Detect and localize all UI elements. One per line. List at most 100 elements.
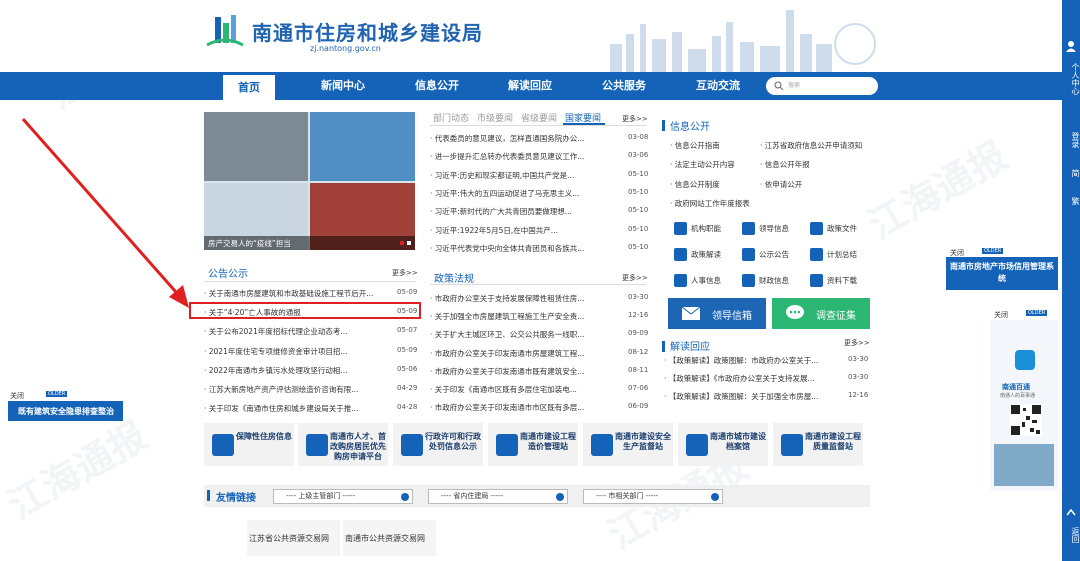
news-item[interactable]: · 习近平:1922年5月5日,在中国共产... <box>430 225 618 236</box>
info-grid-icon <box>810 248 823 261</box>
policy-more-link[interactable]: 更多>> <box>622 273 648 283</box>
info-grid-button[interactable]: 财政信息 <box>737 270 801 292</box>
service-tile[interactable]: 南通市建设工程质量监督站 <box>773 423 863 466</box>
service-label: 南通市城市建设档案馆 <box>710 432 766 451</box>
notice-item[interactable]: · 2022年南通市乡镇污水处理攻坚行动相... <box>204 365 374 376</box>
info-grid-button[interactable]: 机构职能 <box>669 218 733 240</box>
interpret-date: 12-16 <box>848 391 869 399</box>
service-tile[interactable]: 南通市建设安全生产监督站 <box>583 423 673 466</box>
interpret-item[interactable]: · 【政策解读】政策图解：关于加强全市房屋... <box>664 391 842 402</box>
notice-item[interactable]: · 关于公布2021年度招标代理企业动态考... <box>204 326 374 337</box>
info-grid-button[interactable]: 人事信息 <box>669 270 733 292</box>
float-left-close[interactable]: 关闭 <box>10 391 24 401</box>
search-icon[interactable] <box>774 81 784 91</box>
image-slider[interactable]: 房产交易人的“疫线”担当 <box>204 112 415 250</box>
service-tile[interactable]: 行政许可和行政处罚信息公示 <box>393 423 483 466</box>
info-grid-label: 财政信息 <box>759 276 789 285</box>
survey-button[interactable]: 调查征集 <box>772 298 870 329</box>
notice-item[interactable]: · 江苏大新房地产资产评估测绘造价咨询有限... <box>204 384 374 395</box>
nav-interpret[interactable]: 解读回应 <box>497 72 563 100</box>
interpret-item[interactable]: · 【政策解读】《市政府办公室关于支持发展... <box>664 373 842 384</box>
rail-simplified[interactable]: 简 <box>1062 168 1080 178</box>
info-grid-button[interactable]: 计划总结 <box>805 244 869 266</box>
service-tile[interactable]: 南通市建设工程造价管理站 <box>488 423 578 466</box>
news-item[interactable]: · 进一步提升汇总转办代表委员意见建议工作... <box>430 151 618 162</box>
info-grid-button[interactable]: 领导信息 <box>737 218 801 240</box>
news-date: 05-10 <box>628 224 649 233</box>
link-nantong-resource[interactable]: 南通市公共资源交易网 <box>345 533 425 544</box>
info-grid-button[interactable]: 政策文件 <box>805 218 869 240</box>
info-link[interactable]: · 依申请公开 <box>760 179 802 190</box>
info-link[interactable]: · 信息公开指南 <box>670 140 720 151</box>
app-promo-panel[interactable]: 南通百通 南通人的百事通 <box>990 320 1058 490</box>
notice-item[interactable]: · 2021年度住宅专项维修资金审计项目招... <box>204 346 374 357</box>
interpret-more-link[interactable]: 更多>> <box>844 338 870 348</box>
float-right2-close[interactable]: 关闭 <box>994 310 1008 320</box>
news-item[interactable]: · 习近平:历史和现实都证明,中国共产党是... <box>430 170 618 181</box>
nav-public-service[interactable]: 公共服务 <box>591 72 657 100</box>
news-date: 03-06 <box>628 151 649 160</box>
info-link[interactable]: · 江苏省政府信息公开申请须知 <box>760 140 862 151</box>
chevron-up-icon[interactable] <box>1066 508 1076 516</box>
info-grid-button[interactable]: 政策解读 <box>669 244 733 266</box>
news-more-link[interactable]: 更多>> <box>622 114 648 124</box>
info-grid-button[interactable]: 资料下载 <box>805 270 869 292</box>
tab-province-news[interactable]: 省级要闻 <box>521 111 557 124</box>
news-item[interactable]: · 代表委员的意见建议，怎样直通国务院办公... <box>430 133 618 144</box>
policy-date: 08-11 <box>628 365 649 374</box>
policy-item[interactable]: · 市政府办公室关于印发南通市市区既有多层... <box>430 402 618 413</box>
info-link[interactable]: · 法定主动公开内容 <box>670 159 735 170</box>
info-grid-label: 政策文件 <box>827 224 857 233</box>
notice-item[interactable]: · 关于“4·20”亡人事故的通报 <box>204 307 374 318</box>
service-tile[interactable]: 南通市城市建设档案馆 <box>678 423 768 466</box>
select-province[interactable]: ---- 省内住建局 ----- <box>428 489 568 504</box>
notices-more-link[interactable]: 更多>> <box>392 268 418 278</box>
info-link[interactable]: · 信息公开制度 <box>670 179 720 190</box>
policy-date: 08-12 <box>628 347 649 356</box>
policy-item[interactable]: · 市政府办公室关于印发南通市既有建筑安全... <box>430 366 618 377</box>
service-tile[interactable]: 保障性住房信息 <box>204 423 294 466</box>
nav-info-public[interactable]: 信息公开 <box>404 72 470 100</box>
float-right2-badge: OLDER <box>1026 310 1048 316</box>
slider-dot[interactable] <box>407 241 411 245</box>
rail-traditional[interactable]: 繁 <box>1062 196 1080 206</box>
info-link[interactable]: · 政府网站工作年度报表 <box>670 198 750 209</box>
policy-item[interactable]: · 关于印发《南通市区既有多层住宅加装电... <box>430 384 618 395</box>
info-grid-label: 人事信息 <box>691 276 721 285</box>
tab-city-news[interactable]: 市级要闻 <box>477 111 513 124</box>
select-superior[interactable]: ---- 上级主管部门 ----- <box>273 489 413 504</box>
interpret-item[interactable]: · 【政策解读】政策图解：市政府办公室关于... <box>664 355 842 366</box>
nav-home[interactable]: 首页 <box>223 72 275 100</box>
select-city[interactable]: ---- 市相关部门 ----- <box>583 489 723 504</box>
policy-item[interactable]: · 关于加强全市房屋建筑工程施工生产安全责... <box>430 311 618 322</box>
service-icon <box>401 434 423 456</box>
news-item[interactable]: · 习近平代表党中央向全体共青团员和各族共... <box>430 243 618 254</box>
promo-image <box>994 444 1054 486</box>
policy-item[interactable]: · 市政府办公室关于支持发展保障性租赁住房... <box>430 293 618 304</box>
user-icon[interactable] <box>1065 40 1077 52</box>
service-label: 南通市人才、首改购房居民优先购房申请平台 <box>330 432 386 461</box>
rail-user-center[interactable]: 个人中心 <box>1062 56 1080 102</box>
news-item[interactable]: · 习近平:伟大的五四运动促进了马克思主义... <box>430 188 618 199</box>
news-date: 05-10 <box>628 206 649 215</box>
tab-dept-news[interactable]: 部门动态 <box>433 111 469 124</box>
policy-item[interactable]: · 市政府办公室关于印发南通市房屋建筑工程... <box>430 348 618 359</box>
rail-login[interactable]: 登录 <box>1062 132 1080 148</box>
info-link[interactable]: · 信息公开年报 <box>760 159 810 170</box>
policy-date: 09-09 <box>628 329 649 338</box>
nav-news[interactable]: 新闻中心 <box>310 72 376 100</box>
divider <box>204 281 416 282</box>
notice-item[interactable]: · 关于印发《南通市住房和城乡建设局关于推... <box>204 403 374 414</box>
info-grid-button[interactable]: 公示公告 <box>737 244 801 266</box>
news-item[interactable]: · 习近平:新时代的广大共青团员要做理想... <box>430 206 618 217</box>
mailbox-button[interactable]: 领导信箱 <box>668 298 766 329</box>
nav-interaction[interactable]: 互动交流 <box>685 72 751 100</box>
notice-item[interactable]: · 关于南通市房屋建筑和市政基础设施工程节后开... <box>204 288 374 299</box>
policy-date: 03-30 <box>628 293 649 301</box>
slider-dot[interactable] <box>400 241 404 245</box>
link-jiangsu-resource[interactable]: 江苏省公共资源交易网 <box>249 533 329 544</box>
policy-item[interactable]: · 关于扩大主城区环卫、公交公共服务一线职... <box>430 329 618 340</box>
service-tile[interactable]: 南通市人才、首改购房居民优先购房申请平台 <box>298 423 388 466</box>
rail-back[interactable]: 返回 <box>1062 526 1080 544</box>
info-grid-icon <box>674 248 687 261</box>
